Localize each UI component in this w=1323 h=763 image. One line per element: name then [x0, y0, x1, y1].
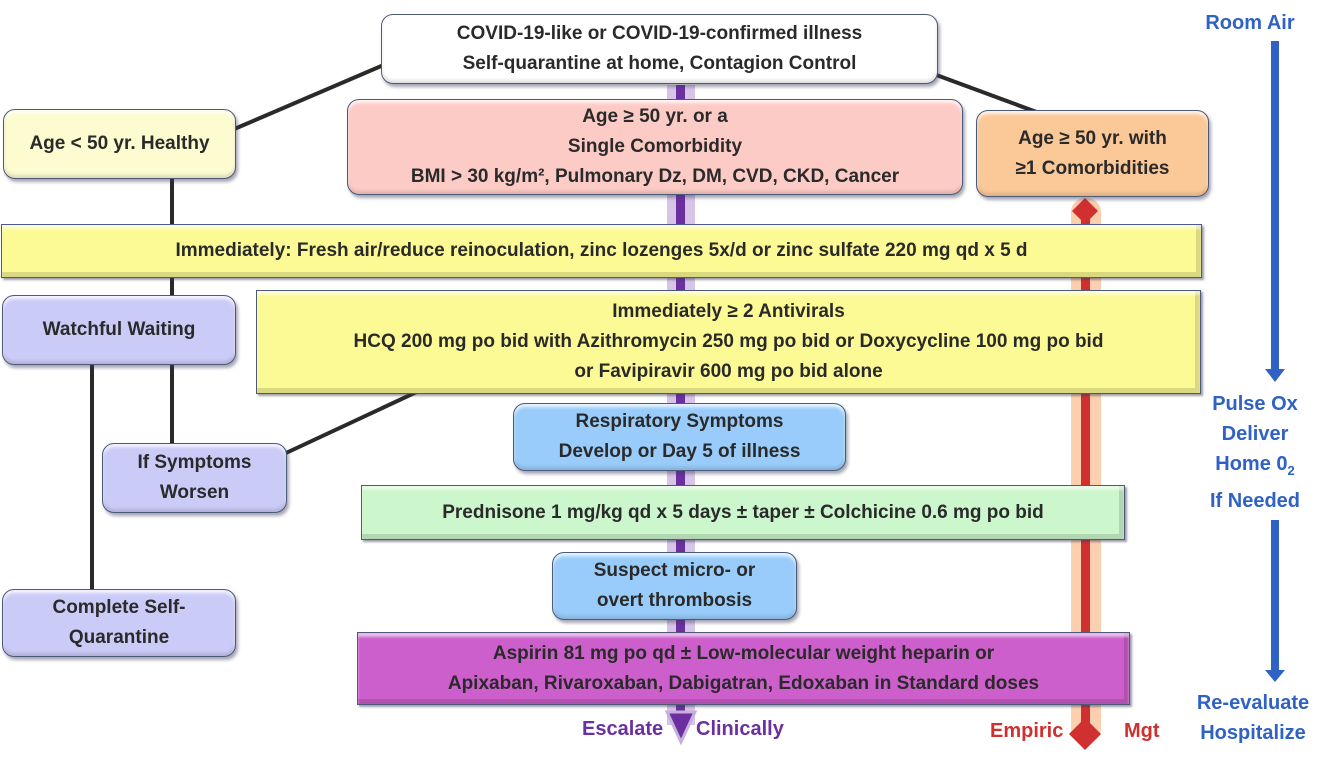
complete-quarantine-line1: Complete Self-	[52, 597, 186, 618]
multi-comorbidity-node: Age ≥ 50 yr. with ≥1 Comorbidities	[976, 110, 1209, 197]
thrombosis-node: Suspect micro- or overt thrombosis	[552, 552, 797, 620]
oxygen-track-lower	[1271, 520, 1279, 670]
oxygen-arrow-2-icon	[1265, 670, 1285, 682]
symptoms-worsen-line1: If Symptoms	[137, 452, 252, 473]
single-comorbidity-node: Age ≥ 50 yr. or a Single Comorbidity BMI…	[347, 99, 963, 195]
prednisone-text: Prednisone 1 mg/kg qd x 5 days ± taper ±…	[442, 501, 1044, 523]
watchful-waiting-label: Watchful Waiting	[42, 319, 196, 340]
complete-quarantine-node: Complete Self- Quarantine	[2, 589, 236, 657]
antivirals-line2: HCQ 200 mg po bid with Azithromycin 250 …	[353, 331, 1104, 352]
young-healthy-node: Age < 50 yr. Healthy	[3, 109, 236, 179]
home-o2-line: Home 02	[1215, 453, 1295, 478]
respiratory-line2: Develop or Day 5 of illness	[558, 441, 801, 462]
immediate-zinc-bar: Immediately: Fresh air/reduce reinoculat…	[1, 224, 1202, 278]
immediate-zinc-text: Immediately: Fresh air/reduce reinoculat…	[175, 240, 1028, 261]
start-line1: COVID-19-like or COVID-19-confirmed illn…	[456, 23, 863, 44]
single-comorbidity-line2: Single Comorbidity	[567, 136, 743, 157]
anticoagulation-line1: Aspirin 81 mg po qd ± Low-molecular weig…	[492, 642, 995, 664]
start-node: COVID-19-like or COVID-19-confirmed illn…	[381, 14, 938, 84]
multi-comorbidity-line2: ≥1 Comorbidities	[1015, 157, 1170, 179]
watchful-waiting-node: Watchful Waiting	[2, 295, 236, 365]
oxygen-arrow-1-icon	[1265, 369, 1285, 382]
reevaluate-block: Re-evaluate Hospitalize	[1188, 688, 1318, 748]
thrombosis-line2: overt thrombosis	[596, 590, 753, 611]
respiratory-node: Respiratory Symptoms Develop or Day 5 of…	[513, 403, 846, 471]
clinically-label: Clinically	[696, 718, 784, 740]
empiric-label: Empiric	[990, 720, 1064, 742]
pulse-ox-block: Pulse Ox Deliver Home 02 If Needed	[1195, 389, 1315, 516]
start-line2: Self-quarantine at home, Contagion Contr…	[462, 53, 857, 74]
deliver-line: Deliver	[1221, 423, 1289, 445]
escalate-label: Escalate	[582, 718, 664, 740]
if-needed-line: If Needed	[1209, 490, 1301, 512]
prednisone-bar: Prednisone 1 mg/kg qd x 5 days ± taper ±…	[361, 485, 1125, 540]
antivirals-line3: or Favipiravir 600 mg po bid alone	[574, 361, 883, 382]
young-healthy-label: Age < 50 yr. Healthy	[29, 133, 210, 154]
thrombosis-line1: Suspect micro- or	[593, 560, 756, 581]
reevaluate-line: Re-evaluate	[1196, 692, 1310, 714]
hospitalize-line: Hospitalize	[1200, 722, 1306, 744]
single-comorbidity-line1: Age ≥ 50 yr. or a	[582, 106, 728, 127]
pulse-ox-line: Pulse Ox	[1212, 393, 1298, 415]
escalate-arrowhead-icon	[664, 710, 698, 746]
symptoms-worsen-line2: Worsen	[159, 482, 230, 503]
anticoagulation-line2: Apixaban, Rivaroxaban, Dabigatran, Edoxa…	[447, 672, 1040, 694]
single-comorbidity-line3: BMI > 30 kg/m², Pulmonary Dz, DM, CVD, C…	[410, 166, 900, 187]
anticoagulation-bar: Aspirin 81 mg po qd ± Low-molecular weig…	[357, 632, 1130, 705]
respiratory-line1: Respiratory Symptoms	[575, 411, 784, 432]
symptoms-worsen-node: If Symptoms Worsen	[102, 443, 287, 513]
room-air-label: Room Air	[1205, 12, 1295, 34]
antivirals-bar: Immediately ≥ 2 Antivirals HCQ 200 mg po…	[256, 290, 1201, 394]
oxygen-track-upper	[1271, 41, 1279, 369]
multi-comorbidity-line1: Age ≥ 50 yr. with	[1018, 127, 1167, 149]
mgt-label: Mgt	[1124, 720, 1160, 742]
complete-quarantine-line2: Quarantine	[68, 627, 170, 648]
antivirals-line1: Immediately ≥ 2 Antivirals	[612, 301, 845, 322]
